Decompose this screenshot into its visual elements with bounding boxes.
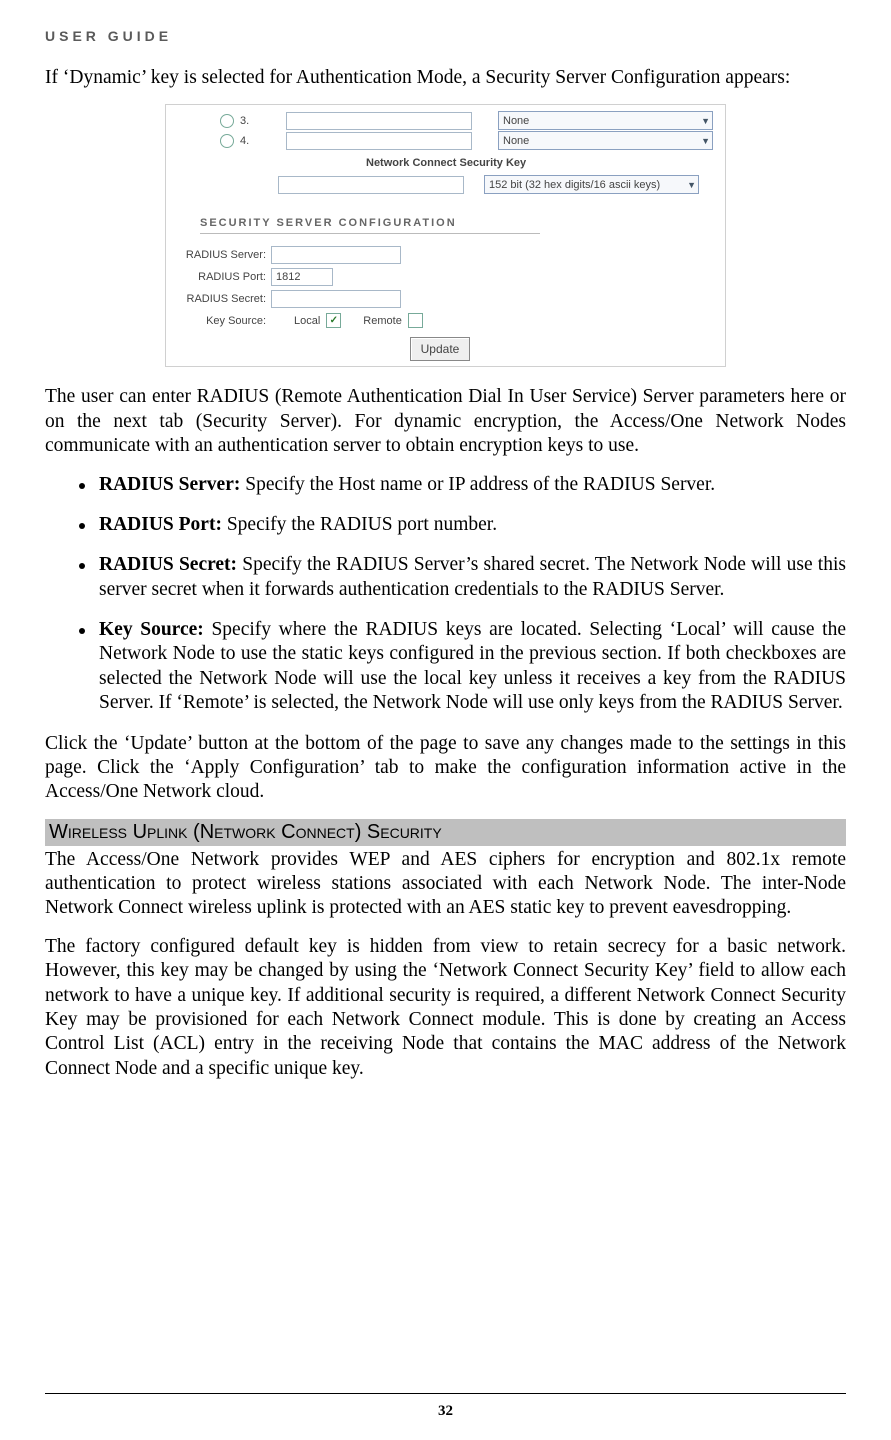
security-server-section-title: SECURITY SERVER CONFIGURATION	[200, 217, 457, 229]
key3-type-select[interactable]: None ▼	[498, 111, 713, 130]
radius-intro-paragraph: The user can enter RADIUS (Remote Authen…	[45, 385, 846, 458]
bullet-radius-secret: RADIUS Secret: Specify the RADIUS Server…	[45, 553, 846, 602]
radius-secret-label: RADIUS Secret:	[172, 293, 266, 305]
radio-4[interactable]	[220, 134, 234, 148]
wireless-uplink-heading: Wireless Uplink (Network Connect) Securi…	[45, 819, 846, 846]
radius-server-label: RADIUS Server:	[172, 249, 266, 261]
local-checkbox[interactable]: ✓	[326, 313, 341, 328]
section-underline	[200, 233, 540, 234]
wireless-uplink-p2: The factory configured default key is hi…	[45, 935, 846, 1081]
chevron-down-icon: ▼	[701, 136, 710, 146]
chevron-down-icon: ▼	[687, 180, 696, 190]
radio-4-label: 4.	[240, 135, 254, 147]
bullet-text: Specify the RADIUS port number.	[222, 514, 497, 535]
chevron-down-icon: ▼	[701, 116, 710, 126]
page-number: 32	[0, 1403, 891, 1420]
radius-server-input[interactable]	[271, 246, 401, 264]
net-connect-key-length-select[interactable]: 152 bit (32 hex digits/16 ascii keys) ▼	[484, 175, 699, 194]
key4-type-value: None	[503, 135, 529, 147]
bullet-key-source: Key Source: Specify where the RADIUS key…	[45, 618, 846, 716]
net-connect-key-input[interactable]	[278, 176, 464, 194]
radius-secret-input[interactable]	[271, 290, 401, 308]
wireless-uplink-p1: The Access/One Network provides WEP and …	[45, 848, 846, 921]
bullet-label: Key Source:	[99, 619, 204, 640]
bullet-list: RADIUS Server: Specify the Host name or …	[45, 473, 846, 716]
key4-input[interactable]	[286, 132, 472, 150]
remote-label: Remote	[363, 315, 402, 327]
footer-rule	[45, 1393, 846, 1394]
key-source-label: Key Source:	[172, 315, 266, 327]
radio-3-label: 3.	[240, 115, 254, 127]
bullet-icon	[79, 523, 85, 529]
remote-checkbox[interactable]	[408, 313, 423, 328]
bullet-icon	[79, 483, 85, 489]
update-button[interactable]: Update	[410, 337, 470, 361]
net-connect-key-title: Network Connect Security Key	[366, 157, 526, 169]
bullet-label: RADIUS Secret:	[99, 554, 237, 575]
bullet-label: RADIUS Server:	[99, 474, 240, 495]
bullet-icon	[79, 628, 85, 634]
key3-input[interactable]	[286, 112, 472, 130]
bullet-label: RADIUS Port:	[99, 514, 222, 535]
radius-port-label: RADIUS Port:	[172, 271, 266, 283]
page-header: USER GUIDE	[45, 28, 846, 44]
intro-paragraph: If ‘Dynamic’ key is selected for Authent…	[45, 66, 846, 90]
net-connect-key-length-value: 152 bit (32 hex digits/16 ascii keys)	[489, 179, 660, 191]
config-screenshot: 3. None ▼ 4. None ▼ Network Connect Secu…	[165, 104, 726, 367]
key4-type-select[interactable]: None ▼	[498, 131, 713, 150]
local-label: Local	[294, 315, 320, 327]
bullet-text: Specify where the RADIUS keys are locate…	[99, 619, 846, 713]
bullet-icon	[79, 563, 85, 569]
radio-3[interactable]	[220, 114, 234, 128]
bullet-radius-port: RADIUS Port: Specify the RADIUS port num…	[45, 513, 846, 537]
key3-type-value: None	[503, 115, 529, 127]
radius-port-input[interactable]: 1812	[271, 268, 333, 286]
bullet-text: Specify the Host name or IP address of t…	[240, 474, 715, 495]
update-instructions: Click the ‘Update’ button at the bottom …	[45, 732, 846, 805]
bullet-radius-server: RADIUS Server: Specify the Host name or …	[45, 473, 846, 497]
